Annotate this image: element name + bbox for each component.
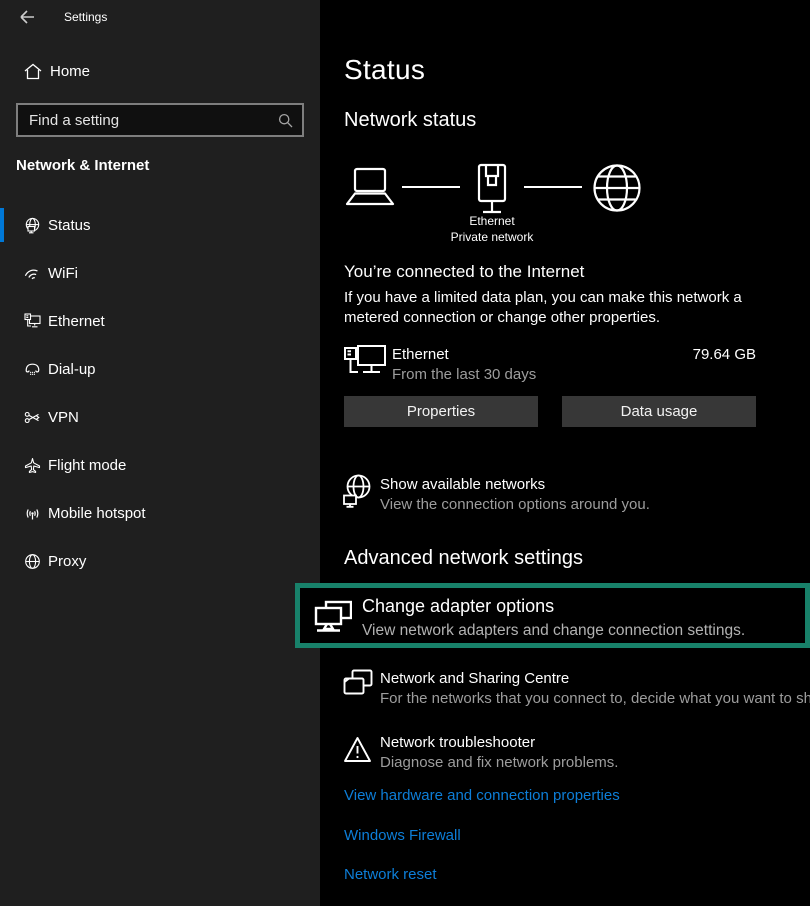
link-windows-firewall[interactable]: Windows Firewall — [344, 827, 461, 844]
sidebar-item-flight-mode[interactable]: Flight mode — [0, 441, 320, 489]
search-input[interactable] — [18, 112, 278, 129]
back-button[interactable] — [17, 7, 37, 27]
usage-period: From the last 30 days — [392, 366, 536, 383]
window-title: Settings — [64, 10, 107, 24]
network-status-heading: Network status — [344, 109, 476, 132]
status-page: Status Network status — [320, 0, 810, 906]
change-adapter-options-title: Change adapter options — [362, 596, 554, 617]
search-box — [16, 103, 304, 137]
sharing-centre-title[interactable]: Network and Sharing Centre — [380, 670, 569, 687]
globe-icon — [24, 553, 41, 570]
usage-amount: 79.64 GB — [344, 346, 756, 363]
home-icon — [24, 63, 42, 80]
diagram-connector-line — [524, 186, 582, 188]
adapter-monitors-icon — [314, 600, 352, 637]
sidebar-item-ethernet[interactable]: Ethernet — [0, 297, 320, 345]
sidebar-item-wifi[interactable]: WiFi — [0, 249, 320, 297]
sidebar-item-vpn[interactable]: VPN — [0, 393, 320, 441]
diagram-connector-line — [402, 186, 460, 188]
sidebar-item-label: Dial-up — [48, 361, 96, 378]
sidebar-item-label: Ethernet — [48, 313, 105, 330]
sidebar-item-label: Proxy — [48, 553, 86, 570]
hotspot-antenna-icon — [24, 505, 41, 522]
link-view-hardware-properties[interactable]: View hardware and connection properties — [344, 787, 620, 804]
diagram-network-type: Private network — [432, 230, 552, 244]
sidebar-item-status[interactable]: Status — [0, 201, 320, 249]
change-adapter-options-subtitle: View network adapters and change connect… — [362, 622, 745, 640]
settings-sidebar: Settings Home Network & Internet — [0, 0, 320, 906]
connection-description: If you have a limited data plan, you can… — [344, 288, 766, 328]
search-icon[interactable] — [278, 113, 293, 128]
sidebar-item-label: VPN — [48, 409, 79, 426]
sharing-centre-icon — [343, 669, 373, 698]
show-networks-subtitle: View the connection options around you. — [380, 496, 650, 513]
sidebar-section-title: Network & Internet — [16, 157, 149, 174]
sidebar-item-mobile-hotspot[interactable]: Mobile hotspot — [0, 489, 320, 537]
home-label: Home — [50, 63, 90, 80]
ethernet-icon — [24, 313, 41, 330]
page-title: Status — [344, 54, 425, 86]
sidebar-item-label: Status — [48, 217, 91, 234]
properties-button[interactable]: Properties — [344, 396, 538, 427]
back-arrow-icon — [17, 7, 37, 27]
sidebar-item-dialup[interactable]: Dial-up — [0, 345, 320, 393]
sidebar-item-label: Flight mode — [48, 457, 126, 474]
sharing-centre-subtitle: For the networks that you connect to, de… — [380, 690, 810, 707]
sidebar-item-proxy[interactable]: Proxy — [0, 537, 320, 585]
data-usage-button[interactable]: Data usage — [562, 396, 756, 427]
troubleshooter-title[interactable]: Network troubleshooter — [380, 734, 535, 751]
sidebar-nav: Status WiFi — [0, 201, 320, 585]
selected-accent-bar — [0, 208, 4, 242]
advanced-settings-heading: Advanced network settings — [344, 547, 583, 570]
internet-globe-icon — [592, 163, 642, 213]
wifi-icon — [24, 265, 41, 282]
sidebar-item-home[interactable]: Home — [24, 61, 90, 81]
airplane-icon — [24, 457, 41, 474]
available-networks-icon[interactable] — [343, 474, 373, 508]
show-networks-title[interactable]: Show available networks — [380, 476, 545, 493]
link-network-reset[interactable]: Network reset — [344, 866, 437, 883]
network-diagram: Ethernet Private network — [344, 162, 674, 248]
change-adapter-options-row[interactable]: Change adapter options View network adap… — [295, 583, 810, 648]
globe-monitor-icon — [24, 217, 41, 234]
vpn-icon — [24, 409, 41, 426]
dialup-phone-icon — [24, 361, 41, 378]
diagram-connection-name: Ethernet — [432, 214, 552, 228]
warning-triangle-icon — [343, 736, 372, 763]
connection-state-text: You’re connected to the Internet — [344, 262, 584, 282]
troubleshooter-subtitle: Diagnose and fix network problems. — [380, 754, 618, 771]
ethernet-plug-icon — [474, 163, 510, 217]
laptop-icon — [344, 167, 396, 207]
sidebar-item-label: WiFi — [48, 265, 78, 282]
sidebar-item-label: Mobile hotspot — [48, 505, 146, 522]
